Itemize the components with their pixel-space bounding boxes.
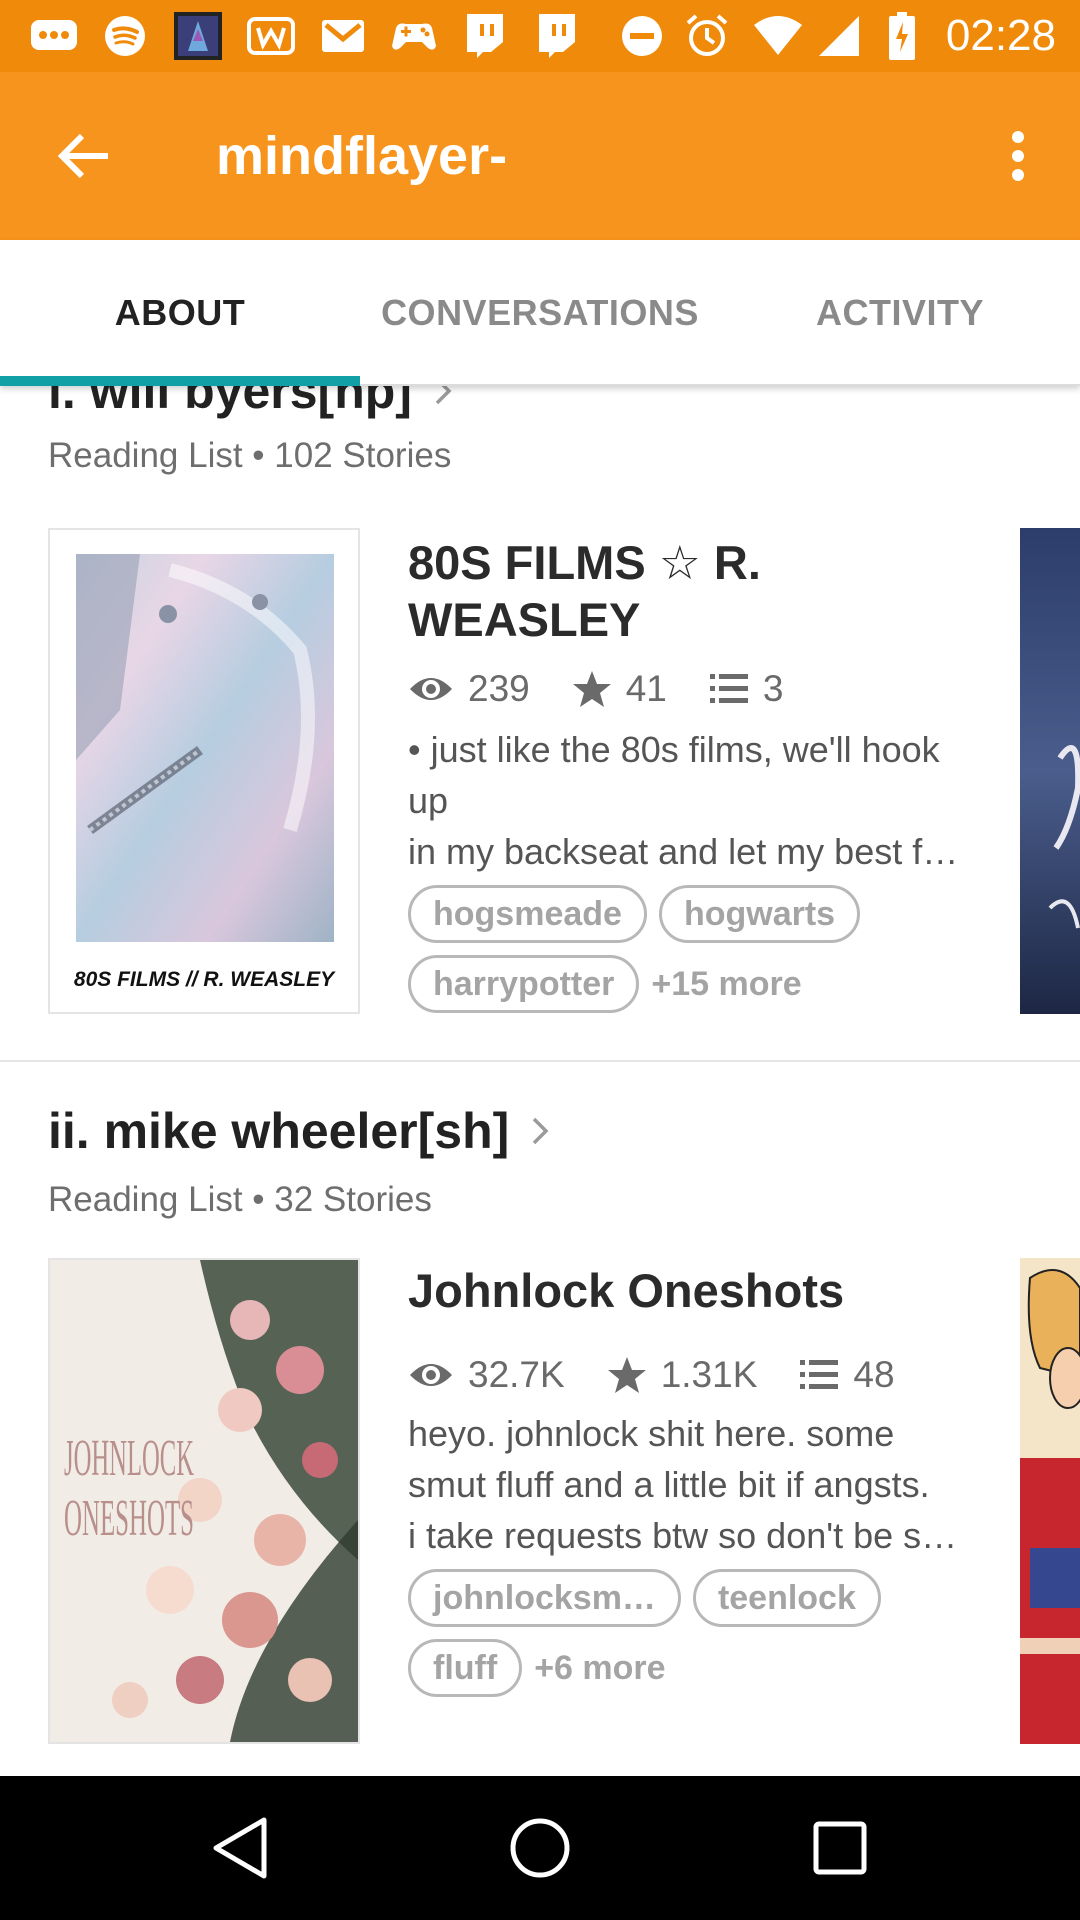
signal-icon [816, 14, 862, 58]
reads-count: 239 [468, 668, 530, 709]
more-tags-link[interactable]: +15 more [651, 965, 801, 1004]
more-tags-link[interactable]: +6 more [534, 1649, 665, 1688]
profile-username-title: mindflayer- [216, 126, 508, 186]
next-story-cover-peek[interactable] [1020, 1258, 1080, 1744]
reading-list-title[interactable]: ii. mike wheeler[sh] [48, 1102, 549, 1160]
system-nav-bar [0, 1776, 1080, 1920]
reading-list-title[interactable]: i. will byers[hp] [48, 386, 452, 420]
story-stats: 239 41 3 [408, 664, 825, 714]
story-description: heyo. johnlock shit here. some smut fluf… [408, 1408, 968, 1561]
story-cover[interactable]: JOHNLOCK ONESHOTS [48, 1258, 360, 1744]
story-cover-image: 80S FILMS // R. WEASLEY [74, 554, 336, 991]
app-thumbnail-icon [172, 12, 224, 60]
story-title-line: Johnlock Oneshots [408, 1264, 845, 1317]
twitch-icon [460, 14, 510, 58]
cover-caption: ONESHOTS [64, 1490, 194, 1547]
nav-home-icon [510, 1818, 570, 1878]
messages-icon [26, 14, 82, 58]
description-line: in my backseat and let my best f… [408, 831, 959, 872]
next-story-cover-peek[interactable] [1020, 528, 1080, 1014]
tag-row: harrypotter +15 more [408, 954, 802, 1014]
description-line: smut fluff and a little bit if angsts. [408, 1464, 930, 1505]
reads-stat: 32.7K [408, 1354, 565, 1396]
alarm-icon [682, 14, 732, 58]
list-icon [709, 674, 748, 703]
reads-count: 32.7K [468, 1354, 565, 1395]
nav-home-button[interactable] [490, 1798, 590, 1898]
twitch-icon [532, 14, 582, 58]
description-line: heyo. johnlock shit here. some [408, 1413, 895, 1454]
profile-tabs: ABOUT CONVERSATIONS ACTIVITY [0, 240, 1080, 386]
description-line: i take requests btw so don't be s… [408, 1515, 958, 1556]
more-vert-icon [1012, 131, 1024, 181]
list-icon [800, 1360, 839, 1389]
do-not-disturb-icon [618, 14, 666, 58]
story-cover-image: JOHNLOCK ONESHOTS [50, 1260, 358, 1742]
story-description: • just like the 80s films, we'll hook up… [408, 724, 968, 877]
gmail-icon [318, 14, 368, 58]
tag-chip[interactable]: fluff [408, 1639, 523, 1697]
overflow-menu-button[interactable] [978, 116, 1058, 196]
nav-back-icon [213, 1817, 267, 1879]
story-title-line: 80S FILMS ☆ R. [408, 536, 761, 589]
reading-list-title-text: ii. mike wheeler[sh] [48, 1103, 510, 1159]
description-line: up [408, 780, 449, 821]
story-cover-image [1020, 528, 1080, 1014]
votes-count: 1.31K [660, 1354, 758, 1395]
tag-chip[interactable]: teenlock [692, 1569, 881, 1627]
story-title-line: WEASLEY [408, 593, 641, 646]
parts-stat: 3 [709, 668, 784, 710]
nav-recents-icon [813, 1821, 867, 1875]
cover-caption: 80S FILMS // R. WEASLEY [74, 968, 336, 991]
parts-count: 48 [853, 1354, 895, 1395]
game-controller-icon [388, 14, 440, 58]
eye-icon [410, 678, 452, 700]
reads-stat: 239 [408, 668, 530, 710]
spotify-icon [100, 14, 150, 58]
eye-icon [410, 1364, 452, 1386]
story-stats: 32.7K 1.31K 48 [408, 1350, 937, 1400]
active-tab-indicator [0, 376, 360, 386]
app-bar: mindflayer- [0, 72, 1080, 240]
tag-row: fluff +6 more [408, 1638, 666, 1698]
reading-list-title-text: i. will byers[hp] [48, 386, 412, 419]
nav-back-button[interactable] [190, 1798, 290, 1898]
chevron-right-icon [531, 1116, 549, 1146]
section-divider [0, 1060, 1080, 1062]
tag-chip[interactable]: johnlocksm… [408, 1569, 681, 1627]
tag-chip[interactable]: hogwarts [658, 885, 861, 943]
parts-stat: 48 [799, 1354, 895, 1396]
parts-count: 3 [762, 668, 784, 709]
arrow-back-icon [58, 133, 108, 179]
cover-caption: JOHNLOCK [64, 1430, 194, 1487]
story-cover-image [1020, 1258, 1080, 1744]
tab-activity[interactable]: ACTIVITY [720, 240, 1080, 386]
description-line: • just like the 80s films, we'll hook [408, 729, 940, 770]
tab-about[interactable]: ABOUT [0, 240, 360, 386]
chevron-right-icon [434, 386, 452, 406]
wifi-icon [750, 14, 806, 58]
tag-row: johnlocksm… teenlock [408, 1568, 893, 1628]
wattpad-icon [244, 14, 298, 58]
star-icon [572, 671, 611, 707]
star-icon [607, 1357, 646, 1393]
votes-count: 41 [625, 668, 667, 709]
story-title[interactable]: Johnlock Oneshots [408, 1262, 978, 1319]
story-title[interactable]: 80S FILMS ☆ R. WEASLEY [408, 534, 978, 648]
tag-chip[interactable]: hogsmeade [408, 885, 647, 943]
status-clock: 02:28 [945, 11, 1056, 60]
story-cover[interactable]: 80S FILMS // R. WEASLEY [48, 528, 360, 1014]
tag-chip[interactable]: harrypotter [408, 955, 640, 1013]
battery-charging-icon [886, 12, 918, 60]
status-bar: 02:28 [0, 0, 1080, 72]
about-content[interactable]: i. will byers[hp] Reading List • 102 Sto… [0, 386, 1080, 1776]
votes-stat: 41 [572, 668, 667, 710]
reading-list-subtitle: Reading List • 32 Stories [48, 1180, 432, 1219]
votes-stat: 1.31K [607, 1354, 758, 1396]
back-button[interactable] [44, 116, 124, 196]
tag-row: hogsmeade hogwarts [408, 884, 872, 944]
nav-recents-button[interactable] [790, 1798, 890, 1898]
tab-conversations[interactable]: CONVERSATIONS [360, 240, 720, 386]
reading-list-subtitle: Reading List • 102 Stories [48, 436, 452, 475]
